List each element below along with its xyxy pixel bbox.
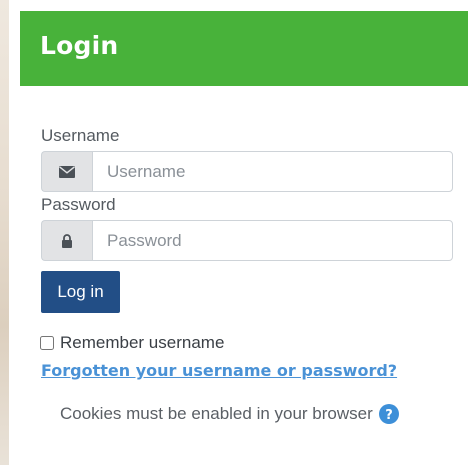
username-input-group bbox=[41, 151, 453, 192]
envelope-icon bbox=[41, 151, 92, 192]
lock-icon bbox=[41, 220, 92, 261]
svg-text:?: ? bbox=[385, 408, 393, 423]
cookies-notice: Cookies must be enabled in your browser … bbox=[60, 404, 399, 424]
password-input[interactable] bbox=[92, 220, 453, 261]
forgot-password-link[interactable]: Forgotten your username or password? bbox=[41, 361, 397, 380]
remember-username-label[interactable]: Remember username bbox=[60, 333, 224, 353]
remember-username-checkbox[interactable] bbox=[40, 336, 54, 350]
password-label: Password bbox=[41, 195, 116, 214]
cookies-notice-text: Cookies must be enabled in your browser bbox=[60, 404, 373, 423]
username-label: Username bbox=[41, 126, 120, 145]
login-header: Login bbox=[20, 11, 468, 86]
login-button[interactable]: Log in bbox=[41, 271, 120, 313]
remember-username-row: Remember username bbox=[40, 333, 224, 353]
page-title: Login bbox=[40, 31, 119, 60]
question-circle-icon[interactable]: ? bbox=[378, 404, 399, 424]
username-input[interactable] bbox=[92, 151, 453, 192]
background-strip bbox=[0, 0, 9, 465]
login-card: Login Username Password Log in Remember … bbox=[20, 11, 468, 465]
password-input-group bbox=[41, 220, 453, 261]
